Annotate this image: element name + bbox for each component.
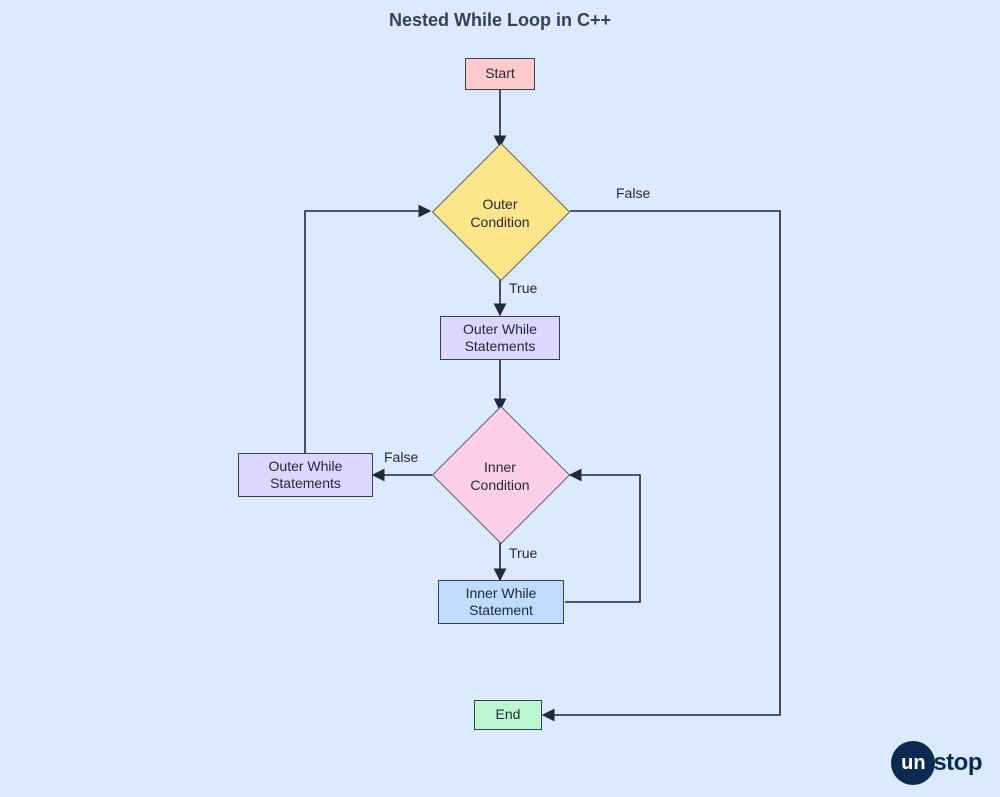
connectors — [0, 0, 1000, 797]
inner-true-label: True — [509, 545, 537, 561]
branding-logo: un stop — [891, 741, 982, 785]
inner-false-label: False — [384, 449, 418, 465]
inner-while-statement: Inner WhileStatement — [438, 580, 564, 624]
diagram-title: Nested While Loop in C++ — [0, 10, 1000, 31]
start-node: Start — [465, 58, 535, 90]
end-node: End — [474, 700, 542, 730]
inner-condition-label: InnerCondition — [420, 459, 580, 494]
logo-text: stop — [933, 749, 982, 777]
outer-while-statements-top: Outer WhileStatements — [440, 316, 560, 360]
outer-while-statements-left: Outer WhileStatements — [238, 453, 373, 497]
outer-false-label: False — [616, 185, 650, 201]
logo-circle: un — [891, 741, 935, 785]
outer-condition-label: OuterCondition — [420, 196, 580, 231]
outer-true-label: True — [509, 280, 537, 296]
